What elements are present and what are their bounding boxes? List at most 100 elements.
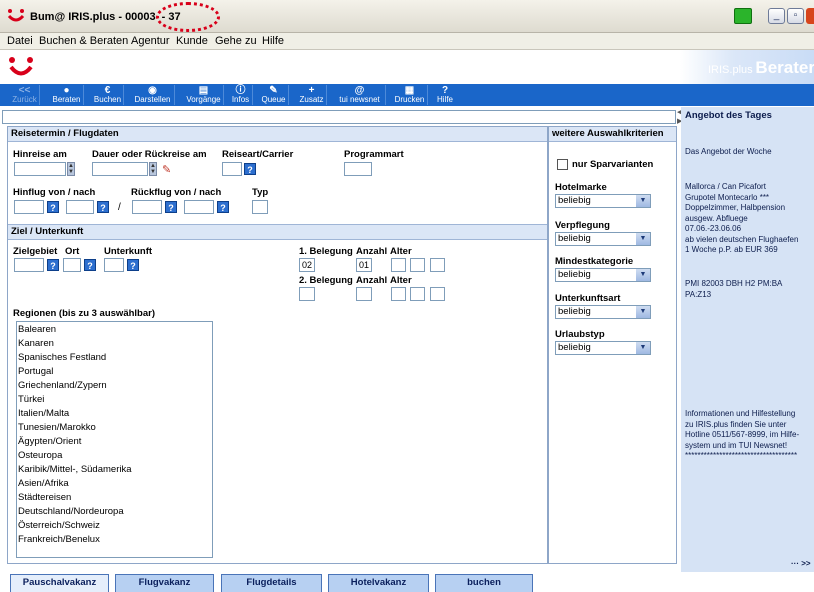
rueckflug-label: Rückflug von / nach: [131, 187, 222, 198]
toolbar-label: Vorgänge: [186, 95, 221, 104]
hinreise-field[interactable]: [14, 162, 66, 176]
reiseart-help-icon[interactable]: ?: [244, 163, 256, 175]
unterkunftsart-value: beliebig: [558, 306, 591, 317]
alter1-field-c[interactable]: [430, 258, 445, 272]
regions-list[interactable]: Balearen Kanaren Spanisches Festland Por…: [16, 321, 213, 558]
verpflegung-select[interactable]: beliebig ▼: [555, 232, 651, 246]
alter2-field-a[interactable]: [391, 287, 406, 301]
unterkunftsart-select[interactable]: beliebig ▼: [555, 305, 651, 319]
reiseart-field[interactable]: [222, 162, 242, 176]
chevron-down-icon: ▼: [636, 233, 650, 245]
dauer-spinner[interactable]: ▲ ▼: [149, 162, 157, 176]
alter2-field-c[interactable]: [430, 287, 445, 301]
list-item[interactable]: Kanaren: [18, 337, 54, 350]
brand-big: Berater: [755, 58, 814, 77]
toolbar-buchen-button[interactable]: € Buchen: [92, 85, 124, 105]
belegung2-field[interactable]: [299, 287, 315, 301]
hotelmarke-select[interactable]: beliebig ▼: [555, 194, 651, 208]
list-item[interactable]: Asien/Afrika: [18, 477, 69, 490]
toolbar-drucken-button[interactable]: ▦ Drucken: [392, 85, 428, 105]
list-item[interactable]: Städtereisen: [18, 491, 71, 504]
urlaubstyp-select[interactable]: beliebig ▼: [555, 341, 651, 355]
list-item[interactable]: Deutschland/Nordeuropa: [18, 505, 124, 518]
hinflug-von-help-icon[interactable]: ?: [47, 201, 59, 213]
menu-agentur[interactable]: Agentur: [131, 35, 170, 47]
unterkunft-help-icon[interactable]: ?: [127, 259, 139, 271]
zielgebiet-help-icon[interactable]: ?: [47, 259, 59, 271]
more-link[interactable]: ··· >>: [791, 559, 811, 568]
hinflug-nach-field[interactable]: [66, 200, 94, 214]
menu-datei[interactable]: Datei: [7, 35, 33, 47]
hotelmarke-label: Hotelmarke: [555, 182, 607, 193]
toolbar-back-button[interactable]: << Zurück: [10, 85, 40, 105]
list-item[interactable]: Spanisches Festland: [18, 351, 106, 364]
list-item[interactable]: Tunesien/Marokko: [18, 421, 96, 434]
printer-status-icon[interactable]: [734, 8, 752, 24]
hinflug-nach-help-icon[interactable]: ?: [97, 201, 109, 213]
list-item[interactable]: Karibik/Mittel-, Südamerika: [18, 463, 132, 476]
toolbar-queue-button[interactable]: ✎ Queue: [259, 85, 289, 105]
list-item[interactable]: Frankreich/Benelux: [18, 533, 100, 546]
list-item[interactable]: Türkei: [18, 393, 44, 406]
tab-buchen[interactable]: buchen: [435, 574, 533, 592]
toolbar-zusatz-button[interactable]: + Zusatz: [297, 85, 327, 105]
menu-buchen-beraten[interactable]: Buchen & Beraten: [39, 35, 128, 47]
urlaubstyp-label: Urlaubstyp: [555, 329, 605, 340]
toolbar-vorgaenge-button[interactable]: ▤ Vorgänge: [184, 85, 224, 105]
rueckflug-nach-help-icon[interactable]: ?: [217, 201, 229, 213]
menu-kunde[interactable]: Kunde: [176, 35, 208, 47]
anzahl1-field[interactable]: 01: [356, 258, 372, 272]
list-item[interactable]: Griechenland/Zypern: [18, 379, 107, 392]
hinflug-von-field[interactable]: [14, 200, 44, 214]
maximize-button[interactable]: ▫: [787, 8, 804, 24]
hotelmarke-value: beliebig: [558, 195, 591, 206]
command-input[interactable]: [2, 110, 676, 124]
toolbar-infos-button[interactable]: ⓘ Infos: [229, 85, 253, 105]
calendar-pen-icon[interactable]: ✎: [162, 163, 176, 176]
programmart-field[interactable]: [344, 162, 372, 176]
minimize-button[interactable]: _: [768, 8, 785, 24]
ort-help-icon[interactable]: ?: [84, 259, 96, 271]
list-item[interactable]: Osteuropa: [18, 449, 62, 462]
list-item[interactable]: Balearen: [18, 323, 56, 336]
toolbar-beraten-button[interactable]: ● Beraten: [50, 85, 84, 105]
tab-hotelvakanz[interactable]: Hotelvakanz: [328, 574, 429, 592]
rueckflug-von-field[interactable]: [132, 200, 162, 214]
belegung1-field[interactable]: 02: [299, 258, 315, 272]
toolbar-label: Queue: [261, 95, 286, 104]
unterkunftsart-label: Unterkunftsart: [555, 293, 621, 304]
toolbar-label: Zusatz: [299, 95, 324, 104]
typ-field[interactable]: [252, 200, 268, 214]
list-item[interactable]: Portugal: [18, 365, 53, 378]
rueckflug-von-help-icon[interactable]: ?: [165, 201, 177, 213]
alter1-field-a[interactable]: [391, 258, 406, 272]
list-item[interactable]: Österreich/Schweiz: [18, 519, 100, 532]
toolbar-label: Darstellen: [134, 95, 171, 104]
tab-flugvakanz[interactable]: Flugvakanz: [115, 574, 214, 592]
toolbar-hilfe-button[interactable]: ? Hilfe: [433, 85, 457, 105]
ort-field[interactable]: [63, 258, 81, 272]
mindestkategorie-select[interactable]: beliebig ▼: [555, 268, 651, 282]
hinreise-spinner[interactable]: ▲ ▼: [67, 162, 75, 176]
unterkunft-field[interactable]: [104, 258, 124, 272]
tui-logo-icon: [7, 9, 25, 22]
sparvarianten-checkbox[interactable]: [557, 159, 568, 170]
zielgebiet-field[interactable]: [14, 258, 44, 272]
rueckflug-nach-field[interactable]: [184, 200, 214, 214]
anzahl2-field[interactable]: [356, 287, 372, 301]
menu-hilfe[interactable]: Hilfe: [262, 35, 284, 47]
tab-flugdetails[interactable]: Flugdetails: [221, 574, 322, 592]
list-item[interactable]: Ägypten/Orient: [18, 435, 81, 448]
alter1-field-b[interactable]: [410, 258, 425, 272]
alter2-field-b[interactable]: [410, 287, 425, 301]
typ-label: Typ: [252, 187, 269, 198]
offer-of-the-day-panel: Angebot des Tages Das Angebot der Woche …: [681, 107, 814, 572]
close-button[interactable]: [806, 8, 814, 24]
tab-pauschalvakanz[interactable]: Pauschalvakanz: [10, 574, 109, 592]
toolbar-tui-newsnet-button[interactable]: @ tui newsnet: [334, 85, 386, 105]
list-item[interactable]: Italien/Malta: [18, 407, 69, 420]
dauer-field[interactable]: [92, 162, 148, 176]
sparvarianten-label: nur Sparvarianten: [572, 159, 654, 170]
toolbar-darstellen-button[interactable]: ◉ Darstellen: [131, 85, 175, 105]
menu-gehe-zu[interactable]: Gehe zu: [215, 35, 257, 47]
